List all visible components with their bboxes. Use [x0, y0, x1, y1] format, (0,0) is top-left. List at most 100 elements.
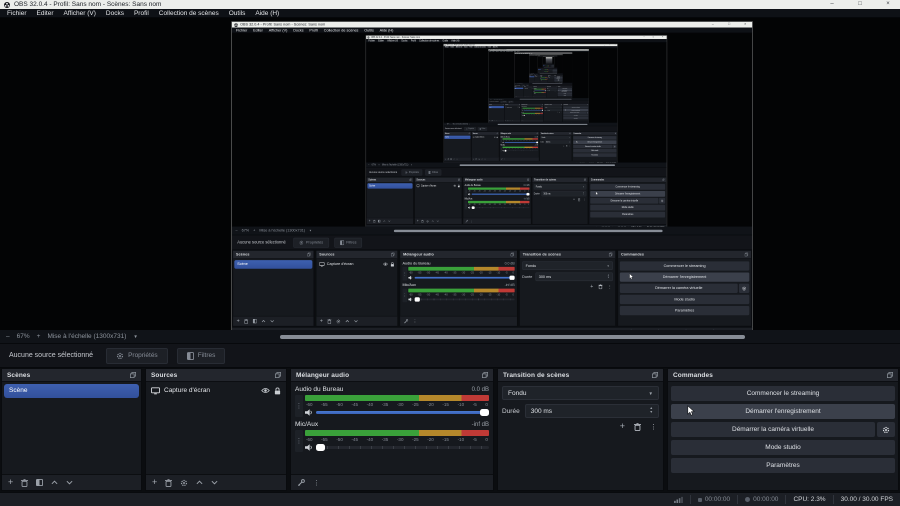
add-scene-button[interactable]: +	[369, 219, 371, 222]
menu-collection-scenes[interactable]: Collection de scènes	[154, 9, 224, 18]
move-scene-up-button[interactable]	[453, 158, 455, 160]
preview-canvas[interactable]	[542, 57, 555, 64]
source-list-item[interactable]: Capture d'écran	[534, 76, 540, 77]
properties-button[interactable]: Propriétés	[401, 169, 423, 176]
scene-filters-button[interactable]	[252, 318, 258, 324]
add-source-button[interactable]: +	[152, 478, 157, 487]
channel-drag-handle[interactable]: ⋮	[295, 430, 303, 452]
filters-button[interactable]: Filtres	[334, 237, 363, 248]
lock-icon[interactable]	[496, 136, 498, 138]
scene-filters-button[interactable]	[378, 219, 381, 223]
duration-spinbox[interactable]: 300 ms ▲▼	[524, 404, 659, 418]
preview-horizontal-scrollbar[interactable]	[497, 123, 588, 125]
scene-list-item[interactable]: Scène	[514, 87, 524, 90]
scale-caret-icon[interactable]: ▼	[133, 334, 137, 339]
add-transition-button[interactable]: +	[558, 112, 559, 113]
settings-button[interactable]: Paramètres	[671, 458, 895, 473]
zoom-out-button[interactable]: –	[368, 164, 369, 167]
filters-button[interactable]: Filtres	[176, 347, 226, 364]
settings-button[interactable]: Paramètres	[619, 305, 750, 316]
add-scene-button[interactable]: +	[445, 158, 446, 160]
volume-slider-handle[interactable]	[523, 114, 525, 116]
lock-icon[interactable]	[390, 261, 394, 267]
remove-transition-button[interactable]	[577, 198, 581, 202]
menu-profil[interactable]: Profil	[129, 9, 154, 18]
source-list-item[interactable]: Capture d'écran	[149, 384, 283, 397]
speaker-icon[interactable]	[408, 275, 413, 280]
filters-button[interactable]: Filtres	[425, 169, 442, 176]
remove-source-button[interactable]	[165, 478, 173, 487]
menu-aide[interactable]: Aide (H)	[250, 9, 284, 18]
settings-button[interactable]: Paramètres	[557, 94, 573, 96]
studio-mode-button[interactable]: Mode studio	[619, 294, 750, 305]
speaker-icon[interactable]	[467, 192, 471, 196]
start-streaming-button[interactable]: Commencer le streaming	[619, 261, 750, 271]
scene-list-item[interactable]: Scène	[488, 106, 504, 109]
move-source-up-button[interactable]	[196, 480, 203, 485]
start-virtual-camera-button[interactable]: Démarrer la caméra virtuelle	[573, 144, 613, 149]
menu-outils[interactable]: Outils	[224, 9, 251, 18]
remove-scene-button[interactable]	[447, 158, 450, 161]
move-source-up-button[interactable]	[510, 120, 512, 121]
source-properties-button[interactable]	[478, 158, 480, 160]
preview-canvas[interactable]: OBS 32.0.4 - Profil: Sans nom - Scènes: …	[366, 42, 667, 163]
start-recording-button[interactable]: Démarrer l'enregistrement	[619, 272, 750, 282]
remove-transition-button[interactable]	[566, 144, 568, 147]
remove-source-button[interactable]	[475, 158, 477, 161]
scale-caret-icon[interactable]: ▼	[469, 124, 470, 125]
transition-more-icon[interactable]: ⋮	[569, 145, 570, 147]
preview-canvas[interactable]: OBS 32.0.4 - Profil: Sans nom - Scènes: …	[488, 51, 589, 99]
menu-afficher[interactable]: Afficher (V)	[266, 27, 291, 33]
speaker-icon[interactable]	[305, 444, 313, 451]
scene-filters-button[interactable]	[36, 479, 44, 486]
transition-more-icon[interactable]: ⋮	[608, 284, 612, 289]
duration-spinbox[interactable]: 300 ms ▲▼	[535, 272, 613, 282]
volume-slider[interactable]	[471, 192, 530, 196]
speaker-icon[interactable]	[408, 297, 413, 302]
properties-button[interactable]: Propriétés	[500, 100, 508, 104]
move-source-down-button[interactable]	[484, 158, 486, 160]
scale-caret-icon[interactable]: ▼	[309, 229, 312, 232]
move-scene-up-button[interactable]	[261, 319, 266, 323]
menu-profil[interactable]: Profil	[307, 27, 321, 33]
menu-fichier[interactable]: Fichier	[2, 9, 32, 18]
move-scene-up-button[interactable]	[383, 220, 386, 222]
volume-slider-handle[interactable]	[471, 206, 475, 210]
filters-button[interactable]: Filtres	[477, 126, 488, 131]
volume-slider-handle[interactable]	[509, 275, 515, 280]
virtual-camera-settings-button[interactable]	[612, 144, 617, 149]
source-properties-button[interactable]	[336, 319, 341, 324]
add-transition-button[interactable]: +	[620, 422, 625, 431]
maximize-button[interactable]: □	[848, 0, 872, 9]
volume-slider-handle[interactable]	[504, 149, 507, 152]
start-recording-button[interactable]: Démarrer l'enregistrement	[671, 404, 895, 419]
channel-drag-handle[interactable]: ⋮	[295, 395, 303, 417]
move-source-down-button[interactable]	[512, 120, 513, 121]
menu-afficher[interactable]: Afficher (V)	[59, 9, 101, 18]
scene-list-item[interactable]: Scène	[367, 183, 413, 189]
scene-list-item[interactable]: Scène	[234, 260, 313, 269]
advanced-audio-icon[interactable]	[501, 158, 503, 160]
lock-icon[interactable]	[274, 387, 281, 395]
scene-list-item[interactable]: Scène	[444, 135, 471, 139]
add-transition-button[interactable]: +	[590, 283, 593, 290]
transition-more-icon[interactable]: ⋮	[583, 198, 585, 201]
volume-slider[interactable]	[414, 297, 515, 302]
menu-aide[interactable]: Aide (H)	[377, 27, 397, 33]
virtual-camera-settings-button[interactable]	[877, 422, 895, 437]
volume-slider[interactable]	[504, 141, 539, 144]
source-list-item[interactable]: Capture d'écran	[472, 136, 498, 139]
settings-button[interactable]: Paramètres	[590, 211, 666, 218]
duration-spinbox[interactable]: 300 ms ▲▼	[544, 140, 571, 144]
properties-button[interactable]: Propriétés	[464, 126, 476, 131]
remove-transition-button[interactable]	[559, 111, 560, 113]
move-source-down-button[interactable]	[436, 220, 439, 222]
transition-select[interactable]: Fondu ▼	[533, 184, 587, 190]
channel-drag-handle[interactable]: ⋮	[464, 187, 468, 196]
source-list-item[interactable]: Capture d'écran	[318, 260, 395, 268]
preview-canvas[interactable]: OBS 32.0.4 - Profil: Sans nom - Scènes: …	[537, 56, 558, 68]
menu-docks[interactable]: Docks	[101, 9, 129, 18]
zoom-out-button[interactable]: –	[6, 333, 10, 340]
visibility-eye-icon[interactable]	[261, 387, 270, 394]
transition-more-icon[interactable]: ⋮	[561, 112, 562, 113]
